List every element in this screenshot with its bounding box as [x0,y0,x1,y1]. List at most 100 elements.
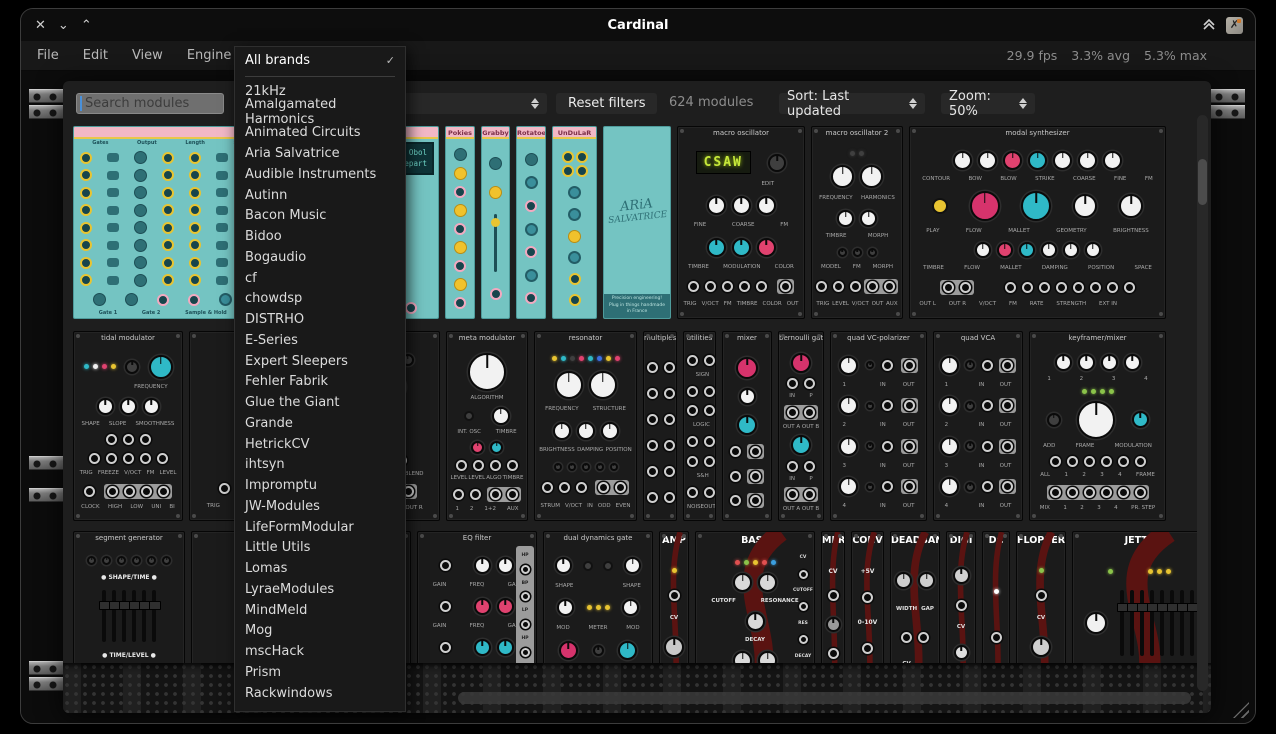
slider[interactable] [1190,590,1194,656]
switch[interactable] [107,241,119,250]
module-quad-vc-polarizer[interactable]: quad VC-polarizer1INOUT2INOUT3INOUT4INOU… [830,331,927,521]
round-button[interactable] [464,411,474,421]
port-jack[interactable] [405,302,417,314]
knob[interactable] [525,223,538,236]
slider[interactable] [1150,590,1154,656]
jack[interactable] [80,187,92,199]
switch[interactable] [107,223,119,232]
app-icon[interactable]: ✗ [1226,17,1243,34]
port-jack[interactable] [454,223,466,235]
port-jack[interactable] [569,273,581,285]
jack[interactable] [125,293,138,306]
jack[interactable] [134,186,147,199]
jack[interactable] [134,169,147,182]
switch[interactable] [107,258,119,267]
menu-view[interactable]: View [132,48,163,63]
knob[interactable] [525,153,538,166]
slider[interactable] [1140,590,1144,656]
brand-menu-item[interactable]: Amalgamated Harmonics [235,102,405,123]
brand-menu-item[interactable]: Expert Sleepers [235,351,405,372]
knob[interactable] [568,208,581,221]
reset-filters-button[interactable]: Reset filters [556,93,657,114]
jack[interactable] [93,293,106,306]
menu-engine[interactable]: Engine [187,48,232,63]
jack[interactable] [189,274,201,286]
port-jack[interactable] [454,297,466,309]
slider[interactable] [112,590,116,642]
brand-menu-item[interactable]: Audible Instruments [235,164,405,185]
jack[interactable] [188,294,200,306]
brand-menu-item[interactable]: Little Utils [235,538,405,559]
brand-menu-item[interactable]: HetrickCV [235,434,405,455]
slider[interactable] [1120,590,1124,656]
jack[interactable] [134,204,147,217]
brand-menu-item[interactable]: JW-Modules [235,496,405,517]
port-jack[interactable] [454,186,466,198]
switch[interactable] [216,241,228,250]
slider[interactable] [132,590,136,642]
jack[interactable] [80,257,92,269]
module-multiples[interactable]: multiples [643,331,677,521]
switch[interactable] [216,153,228,162]
brand-menu-item[interactable]: Mog [235,621,405,642]
module-bernoulli-gate[interactable]: bernoulli gateINPOUT AOUT BINPOUT AOUT B [778,331,824,521]
jack[interactable] [80,204,92,216]
jack[interactable] [189,204,201,216]
round-button[interactable] [603,561,613,571]
brand-menu-item[interactable]: Animated Circuits [235,123,405,144]
switch[interactable] [216,188,228,197]
jack[interactable] [189,222,201,234]
brand-menu-item[interactable]: chowdsp [235,289,405,310]
slider[interactable] [152,590,156,642]
brand-menu-item[interactable]: Bogaudio [235,247,405,268]
menu-file[interactable]: File [37,48,59,63]
brand-menu-item[interactable]: Rackwindows [235,683,405,704]
knob[interactable] [525,176,538,189]
vertical-scrollbar[interactable] [1197,115,1208,691]
module-macro-oscillator[interactable]: macro oscillatorCSAWEDITFINECOARSEFMTIMB… [677,126,805,319]
brand-menu-item[interactable]: Impromptu [235,475,405,496]
brand-menu-item[interactable]: Fehler Fabrik [235,372,405,393]
module-pokies[interactable]: Pokies [445,126,475,319]
module-utilities[interactable]: utilitiesSIGNLOGICS&HNOISEOUT [683,331,716,521]
horizontal-scrollbar[interactable] [458,692,1191,704]
switch[interactable] [216,258,228,267]
module-tidal-modulator[interactable]: tidal modulatorFREQUENCYSHAPESLOPESMOOTH… [73,331,183,521]
module-quad-vca[interactable]: quad VCA1INOUT2INOUT3INOUT4INOUT [933,331,1023,521]
slider[interactable] [1180,590,1184,656]
jack[interactable] [162,257,174,269]
jack[interactable] [162,239,174,251]
round-button[interactable] [932,198,948,214]
jack[interactable] [189,187,201,199]
switch[interactable] [216,171,228,180]
knob[interactable] [568,230,581,243]
switch[interactable] [216,206,228,215]
knob[interactable] [454,278,467,291]
brand-menu-item[interactable]: ihtsyn [235,455,405,476]
module-mixer[interactable]: mixer [722,331,772,521]
knob[interactable] [489,157,502,170]
search-input[interactable]: Search modules [76,93,224,114]
module-modal-synthesizer[interactable]: modal synthesizerCONTOURBOWBLOWSTRIKECOA… [909,126,1166,319]
switch[interactable] [107,276,119,285]
switch[interactable] [107,171,119,180]
module-aria-art[interactable]: ARiASALVATRICEPrecision engineering! Plu… [603,126,671,319]
jack[interactable] [80,222,92,234]
brand-menu-item[interactable]: DISTRHO [235,309,405,330]
jack[interactable] [134,151,147,164]
knob[interactable] [454,204,467,217]
module-rotatoes[interactable]: Rotatoes [516,126,546,319]
slider[interactable] [102,590,106,642]
jack[interactable] [189,239,201,251]
jack[interactable] [162,187,174,199]
brand-menu-item[interactable]: Autinn [235,185,405,206]
jack[interactable] [162,274,174,286]
jack[interactable] [80,152,92,164]
zoom-dropdown[interactable]: Zoom: 50% [941,93,1035,114]
slider[interactable] [1170,590,1174,656]
brand-menu-item[interactable]: Bacon Music [235,206,405,227]
slider[interactable] [1130,590,1134,656]
port-jack[interactable] [525,246,537,258]
brand-menu-item[interactable]: LifeFormModular [235,517,405,538]
knob[interactable] [454,241,467,254]
